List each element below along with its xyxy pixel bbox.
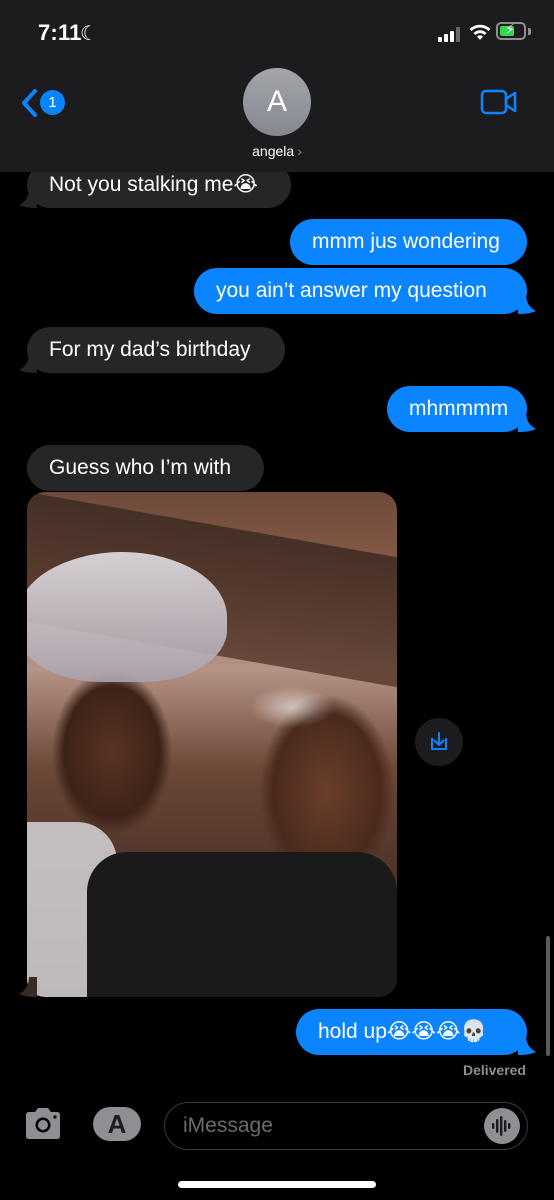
contact-chevron-icon: ›	[297, 143, 302, 159]
charging-bolt-icon: ⚡	[505, 21, 515, 37]
save-icon	[431, 732, 447, 750]
message-bubble-sent[interactable]: mhmmmm	[387, 386, 527, 432]
bubble-tail	[19, 353, 37, 373]
photo-shirt-shape	[87, 852, 397, 997]
save-photo-button[interactable]	[415, 718, 463, 766]
bubble-tail	[518, 1035, 536, 1055]
camera-icon[interactable]	[22, 1105, 64, 1143]
bubble-tail	[518, 294, 536, 314]
delivered-status: Delivered	[462, 1062, 526, 1078]
home-indicator[interactable]	[178, 1181, 376, 1188]
status-bar: 7:11 ☾ ⚡	[0, 0, 554, 62]
moon-icon: ☾	[80, 23, 98, 45]
bubble-tail	[19, 188, 37, 208]
message-bubble-sent[interactable]: you ain’t answer my question	[194, 268, 527, 314]
unread-badge: 1	[40, 90, 65, 115]
contact-name: angela	[252, 143, 295, 159]
messages-screen: 7:11 ☾ ⚡ 1 A angela › Not you stalking m…	[0, 0, 554, 1200]
back-chevron-icon	[22, 89, 37, 117]
bubble-tail	[518, 412, 536, 432]
scrollbar[interactable]	[546, 936, 550, 1056]
wifi-icon	[469, 24, 491, 40]
audio-message-button[interactable]	[484, 1108, 520, 1144]
status-time: 7:11	[38, 20, 82, 45]
back-button[interactable]: 1	[20, 86, 70, 120]
message-input[interactable]	[164, 1102, 528, 1150]
audio-waveform-icon	[492, 1116, 511, 1136]
app-store-icon: A	[107, 1109, 127, 1139]
message-bubble-received[interactable]: Guess who I’m with	[27, 445, 264, 491]
photo-hat-shape	[27, 552, 227, 682]
photo-attachment[interactable]	[27, 492, 397, 997]
signal-icon	[438, 26, 464, 42]
bubble-tail	[19, 977, 37, 997]
video-camera-icon[interactable]	[480, 88, 518, 116]
message-bubble-received[interactable]: For my dad’s birthday	[27, 327, 285, 373]
battery-nub	[528, 28, 531, 35]
conversation-header: 7:11 ☾ ⚡ 1 A angela ›	[0, 0, 554, 172]
app-store-button[interactable]: A	[93, 1107, 141, 1141]
contact-name-row[interactable]: angela ›	[0, 143, 554, 159]
message-bubble-sent[interactable]: hold up😭😭😭💀	[296, 1009, 527, 1055]
message-bubble-sent[interactable]: mmm jus wondering	[290, 219, 527, 265]
contact-avatar[interactable]: A	[243, 68, 311, 136]
